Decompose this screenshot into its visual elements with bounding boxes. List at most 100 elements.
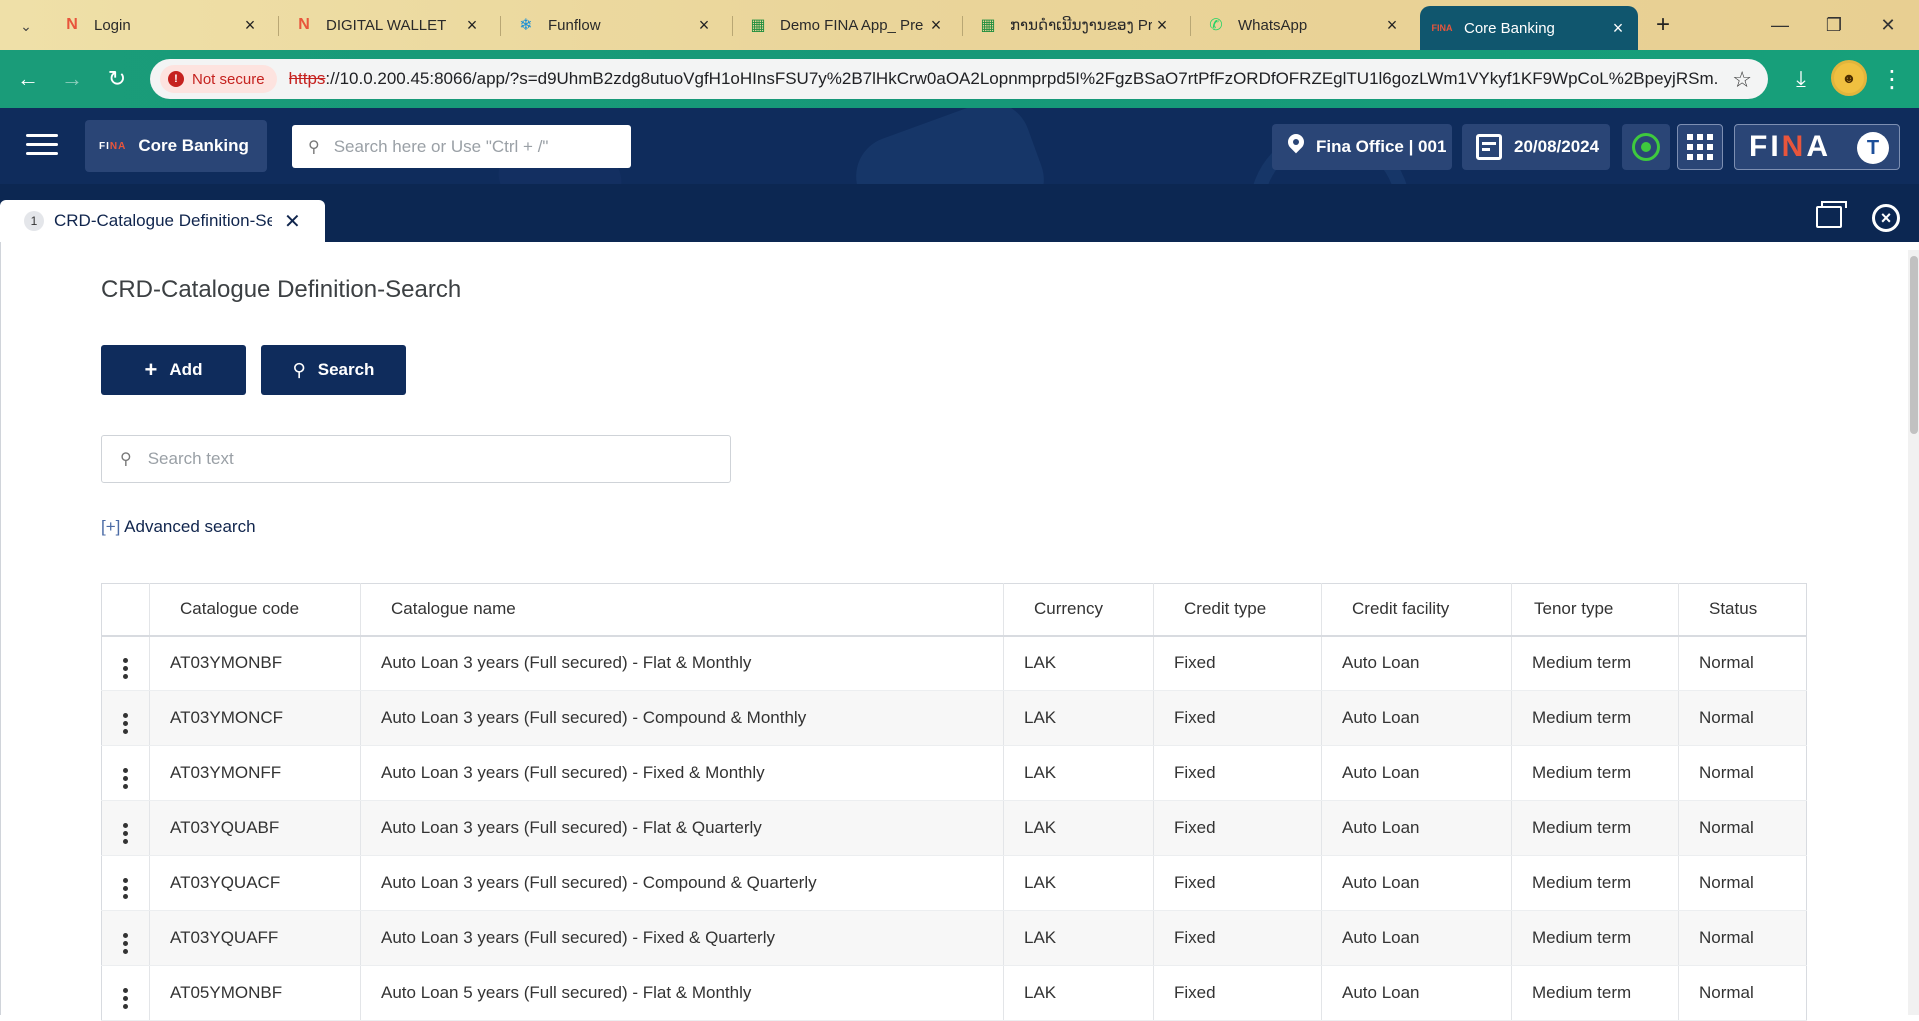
url-text[interactable]: https://10.0.200.45:8066/app/?s=d9UhmB2z…: [289, 69, 1719, 89]
advanced-search-link[interactable]: [+] Advanced search: [101, 517, 256, 537]
currency-cell: LAK: [1003, 690, 1154, 746]
catalogue-name-cell: Auto Loan 3 years (Full secured) - Fixed…: [360, 745, 1004, 801]
column-header[interactable]: Credit facility: [1321, 583, 1512, 637]
row-menu-icon[interactable]: [101, 855, 150, 911]
module-switcher[interactable]: FINA Core Banking: [85, 120, 267, 172]
status-cell: Normal: [1678, 690, 1807, 746]
close-icon[interactable]: ✕: [284, 209, 301, 234]
search-text-field[interactable]: ⚲: [101, 435, 731, 483]
column-header[interactable]: Currency: [1003, 583, 1154, 637]
profile-avatar[interactable]: ☻: [1831, 60, 1867, 96]
workspace-tabs: 1 CRD-Catalogue Definition-Search ✕ ×: [0, 184, 1919, 242]
tenor-type-cell: Medium term: [1511, 800, 1679, 856]
office-selector[interactable]: Fina Office | 001: [1272, 124, 1452, 170]
column-header[interactable]: Credit type: [1153, 583, 1322, 637]
currency-cell: LAK: [1003, 910, 1154, 966]
browser-menu-icon[interactable]: ⋮: [1880, 64, 1904, 94]
column-header[interactable]: Tenor type: [1511, 583, 1679, 637]
close-tab-icon[interactable]: ×: [1382, 15, 1402, 35]
search-text-input[interactable]: [147, 449, 708, 469]
sheets-icon: ▦: [980, 17, 996, 34]
browser-tab-login[interactable]: N Login ×: [50, 8, 270, 42]
add-button[interactable]: + Add: [101, 345, 246, 395]
row-menu-icon[interactable]: [101, 800, 150, 856]
back-arrow-icon[interactable]: ←: [14, 65, 42, 93]
close-window-icon[interactable]: ✕: [1868, 10, 1908, 40]
global-search-input[interactable]: ⚲ Search here or Use "Ctrl + /": [292, 125, 631, 168]
apps-grid-icon[interactable]: [1677, 124, 1723, 170]
browser-tab-title: WhatsApp: [1238, 16, 1308, 34]
column-header[interactable]: Catalogue code: [149, 583, 361, 637]
table-row[interactable]: AT05YMONBF Auto Loan 5 years (Full secur…: [101, 965, 1807, 1021]
table-row[interactable]: AT03YQUAFF Auto Loan 3 years (Full secur…: [101, 910, 1807, 966]
tab-number-badge: 1: [24, 211, 44, 231]
row-menu-icon[interactable]: [101, 965, 150, 1021]
catalogue-name-cell: Auto Loan 3 years (Full secured) - Compo…: [360, 690, 1004, 746]
close-tab-icon[interactable]: ×: [1608, 18, 1628, 38]
catalogue-name-cell: Auto Loan 3 years (Full secured) - Flat …: [360, 800, 1004, 856]
row-menu-icon[interactable]: [101, 635, 150, 691]
user-avatar[interactable]: T: [1857, 132, 1889, 164]
column-header[interactable]: Status: [1678, 583, 1807, 637]
whatsapp-icon: ✆: [1209, 17, 1223, 34]
business-date[interactable]: 20/08/2024: [1462, 124, 1610, 170]
bookmark-star-icon[interactable]: ☆: [1732, 67, 1752, 93]
browser-tab-core-banking[interactable]: FINA Core Banking ×: [1420, 6, 1638, 50]
tenor-type-cell: Medium term: [1511, 965, 1679, 1021]
catalogue-name-cell: Auto Loan 3 years (Full secured) - Fixed…: [360, 910, 1004, 966]
close-tab-icon[interactable]: ×: [694, 15, 714, 35]
user-menu[interactable]: FINA T: [1734, 124, 1900, 170]
close-tab-icon[interactable]: ×: [926, 15, 946, 35]
close-tab-icon[interactable]: ×: [462, 15, 482, 35]
connection-status-icon[interactable]: [1622, 124, 1670, 170]
tab-search-chevron-icon[interactable]: ⌄: [14, 14, 38, 38]
row-menu-icon[interactable]: [101, 690, 150, 746]
scrollbar-thumb[interactable]: [1910, 256, 1918, 434]
browser-tab-title: Funflow: [548, 16, 601, 34]
security-indicator[interactable]: ! Not secure: [160, 65, 277, 93]
row-menu-icon[interactable]: [101, 745, 150, 801]
sheets-icon: ▦: [750, 17, 766, 34]
search-button[interactable]: ⚲ Search: [261, 345, 406, 395]
browser-tab-funflow[interactable]: ❄ Funflow ×: [504, 8, 724, 42]
address-bar[interactable]: ! Not secure https://10.0.200.45:8066/ap…: [150, 59, 1768, 99]
credit-facility-cell: Auto Loan: [1321, 635, 1512, 691]
security-label: Not secure: [192, 70, 265, 88]
browser-tab-lao-sheet[interactable]: ▦ ການດຳເນີນງານຂອງ Pro ×: [966, 8, 1182, 42]
table-row[interactable]: AT03YQUABF Auto Loan 3 years (Full secur…: [101, 800, 1807, 856]
credit-type-cell: Fixed: [1153, 800, 1322, 856]
credit-facility-cell: Auto Loan: [1321, 910, 1512, 966]
plus-icon: +: [144, 357, 158, 382]
currency-cell: LAK: [1003, 745, 1154, 801]
credit-facility-cell: Auto Loan: [1321, 800, 1512, 856]
row-menu-icon[interactable]: [101, 910, 150, 966]
hamburger-menu-icon[interactable]: [26, 134, 58, 158]
search-button-label: Search: [317, 360, 375, 379]
download-icon[interactable]: ⤓: [1786, 64, 1816, 94]
restore-tabs-icon[interactable]: [1816, 201, 1847, 228]
browser-tab-digital-wallet[interactable]: N DIGITAL WALLET ×: [282, 8, 492, 42]
credit-facility-cell: Auto Loan: [1321, 855, 1512, 911]
catalogue-code-cell: AT03YMONCF: [149, 690, 361, 746]
status-cell: Normal: [1678, 965, 1807, 1021]
status-cell: Normal: [1678, 910, 1807, 966]
browser-tab-demo-fina[interactable]: ▦ Demo FINA App_ Pre ×: [736, 8, 956, 42]
table-row[interactable]: AT03YQUACF Auto Loan 3 years (Full secur…: [101, 855, 1807, 911]
new-tab-plus-icon[interactable]: +: [1650, 11, 1676, 38]
table-row[interactable]: AT03YMONBF Auto Loan 3 years (Full secur…: [101, 635, 1807, 691]
minimize-icon[interactable]: —: [1760, 10, 1800, 40]
browser-tab-whatsapp[interactable]: ✆ WhatsApp ×: [1194, 8, 1412, 42]
column-header[interactable]: Catalogue name: [360, 583, 1004, 637]
reload-icon[interactable]: ↻: [103, 65, 131, 93]
table-row[interactable]: AT03YMONFF Auto Loan 3 years (Full secur…: [101, 745, 1807, 801]
close-tab-icon[interactable]: ×: [240, 15, 260, 35]
search-icon: ⚲: [120, 451, 132, 468]
browser-tab-title: DIGITAL WALLET: [326, 16, 447, 34]
close-tab-icon[interactable]: ×: [1152, 15, 1172, 35]
close-all-tabs-icon[interactable]: ×: [1872, 204, 1900, 232]
table-row[interactable]: AT03YMONCF Auto Loan 3 years (Full secur…: [101, 690, 1807, 746]
restore-window-icon[interactable]: ❐: [1814, 10, 1854, 40]
workspace-tab-catalogue[interactable]: 1 CRD-Catalogue Definition-Search ✕: [0, 200, 325, 242]
search-icon: ⚲: [292, 359, 306, 380]
forward-arrow-icon[interactable]: →: [58, 65, 86, 93]
